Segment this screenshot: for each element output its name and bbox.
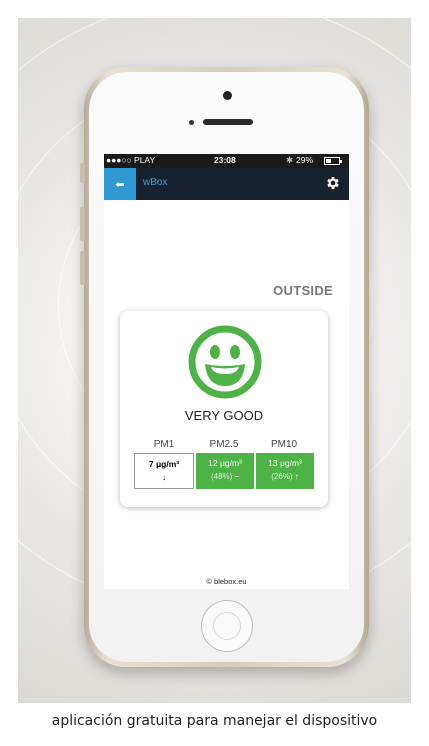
smiley-icon: [188, 325, 262, 399]
pm25-label: PM2.5: [209, 439, 239, 450]
gear-icon[interactable]: [325, 175, 341, 191]
pm1-trend-icon: ↓: [162, 473, 166, 482]
volume-up-button: [80, 207, 85, 241]
battery-icon: [324, 157, 342, 165]
bluetooth-icon: ✱: [286, 155, 294, 165]
back-arrow-icon: ⬅: [115, 178, 125, 191]
pm25-percent: (48%): [210, 472, 233, 481]
app-title: wBox: [143, 177, 168, 188]
volume-down-button: [80, 251, 85, 285]
battery-percent: 29%: [296, 155, 314, 165]
pm1-label: PM1: [153, 439, 175, 450]
clock: 23:08: [214, 155, 236, 165]
main-content: OUTSIDE VERY GOOD PM1 PM2.5 PM10 7 μg/m³…: [104, 200, 349, 589]
pm25-cell[interactable]: 12 μg/m³ (48%) –: [196, 453, 254, 489]
quality-label: VERY GOOD: [184, 408, 264, 423]
pm10-label: PM10: [270, 439, 298, 450]
proximity-sensor: [189, 120, 194, 125]
status-bar: ●●●○○ PLAY 23:08 ✱ 29%: [104, 154, 349, 168]
app-bar: ⬅ wBox: [104, 168, 349, 200]
pm10-value: 13 μg/m³: [268, 458, 302, 468]
screen: ●●●○○ PLAY 23:08 ✱ 29% ⬅ wBox OUTSIDE VE…: [104, 154, 349, 589]
air-quality-card[interactable]: VERY GOOD PM1 PM2.5 PM10 7 μg/m³ ↓ 12 μg…: [120, 311, 328, 507]
speaker: [203, 119, 253, 125]
location-label: OUTSIDE: [273, 283, 333, 298]
back-button[interactable]: ⬅: [104, 168, 136, 200]
pm1-value: 7 μg/m³: [148, 459, 180, 469]
caption: aplicación gratuita para manejar el disp…: [51, 713, 378, 729]
phone: ●●●○○ PLAY 23:08 ✱ 29% ⬅ wBox OUTSIDE VE…: [80, 67, 369, 667]
pm25-value: 12 μg/m³: [208, 458, 242, 468]
pm10-percent: (26%): [271, 472, 293, 481]
pm1-cell[interactable]: 7 μg/m³ ↓: [134, 453, 194, 489]
pm-labels: PM1 PM2.5 PM10: [134, 439, 314, 450]
carrier-text: ●●●○○ PLAY: [106, 155, 156, 165]
camera: [223, 91, 232, 100]
pm10-cell[interactable]: 13 μg/m³ (26%) ↑: [256, 453, 314, 489]
pm-values: 7 μg/m³ ↓ 12 μg/m³ (48%) – 13 μg/m³ (26%…: [134, 453, 314, 489]
pm25-trend-icon: –: [234, 472, 240, 481]
mute-switch: [80, 163, 85, 183]
pm10-trend-icon: ↑: [294, 472, 299, 481]
home-button[interactable]: [201, 600, 253, 652]
footer-copyright: © blebox.eu: [104, 577, 349, 589]
